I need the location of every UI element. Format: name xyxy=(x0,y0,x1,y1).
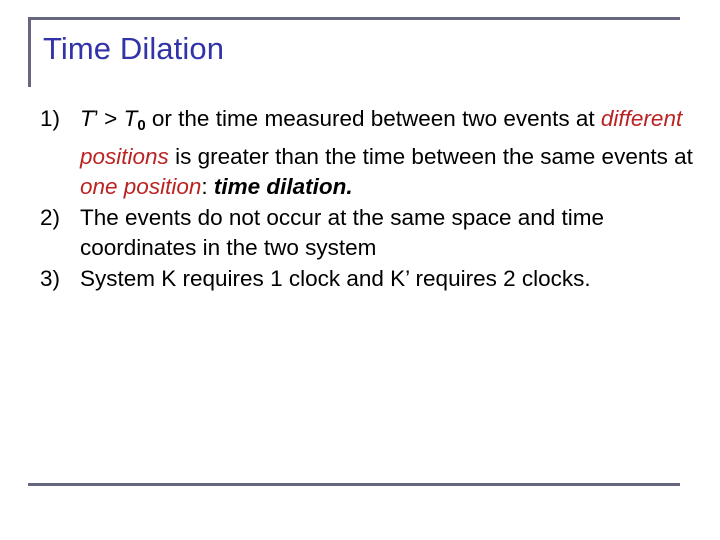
slide: Time Dilation 1) T’ > T0 or the time mea… xyxy=(0,0,720,540)
text-run: : xyxy=(201,174,214,200)
text-run: or the time measured between two events … xyxy=(145,106,601,131)
list-item-marker: 1) xyxy=(40,106,61,131)
text-run: 0 xyxy=(137,117,146,135)
list-item-text: T’ > T0 or the time measured between two… xyxy=(80,104,700,203)
footer-divider xyxy=(28,483,680,486)
list-item: 2) The events do not occur at the same s… xyxy=(40,203,700,264)
body-content-list: 1) T’ > T0 or the time measured between … xyxy=(40,104,700,294)
list-item-text: System K requires 1 clock and K’ require… xyxy=(80,264,700,295)
page-title: Time Dilation xyxy=(43,31,225,66)
text-run: System K requires 1 clock and K’ require… xyxy=(80,265,591,291)
text-run: ’ > xyxy=(93,106,124,131)
list-item: 3) System K requires 1 clock and K’ requ… xyxy=(40,264,700,295)
list-item-marker: 2) xyxy=(40,204,61,230)
text-run: one position xyxy=(80,174,202,200)
title-decoration-border: Time Dilation xyxy=(28,17,680,87)
text-run: The events do not occur at the same spac… xyxy=(80,204,605,261)
text-run: time dilation. xyxy=(213,174,353,200)
text-run: T xyxy=(80,106,94,131)
text-run: T xyxy=(123,106,138,131)
list-item: 1) T’ > T0 or the time measured between … xyxy=(40,104,700,203)
list-item-marker: 3) xyxy=(40,265,61,291)
list-item-text: The events do not occur at the same spac… xyxy=(80,203,700,264)
text-run: is greater than the time between the sam… xyxy=(168,143,693,169)
